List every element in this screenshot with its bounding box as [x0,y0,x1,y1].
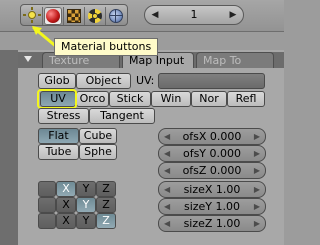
map-y-x-button[interactable]: X [56,197,76,213]
nor-button[interactable]: Nor [191,91,227,107]
material-buttons-tooltip: Material buttons [54,38,159,56]
map-z-x-button[interactable]: X [56,213,76,229]
map-x-z-button[interactable]: Z [96,181,116,197]
frame-stepper[interactable]: ◀ 1 ▶ [144,5,244,25]
uv-layer-field[interactable] [158,73,265,89]
cube-projection-button[interactable]: Cube [79,128,117,144]
sphere-projection-button[interactable]: Sphe [79,144,117,160]
uv-button[interactable]: UV [40,91,76,107]
tangent-button[interactable]: Tangent [89,108,155,124]
map-z-none-button[interactable] [38,213,56,229]
stress-button[interactable]: Stress [38,108,89,124]
sizez-field[interactable]: ◀ sizeZ 1.00 ▶ [158,215,266,232]
world-globe-icon[interactable] [107,7,125,25]
tab-map-to[interactable]: Map To [196,52,274,68]
ofsx-field[interactable]: ◀ ofsX 0.000 ▶ [158,128,266,145]
ofsz-field[interactable]: ◀ ofsZ 0.000 ▶ [158,162,266,179]
orco-button[interactable]: Orco [76,91,109,107]
uv-label: UV: [136,74,155,87]
sizey-field[interactable]: ◀ sizeY 1.00 ▶ [158,198,266,215]
panel-scroll-strip [0,50,18,245]
map-x-x-button[interactable]: X [56,181,76,197]
stepper-value: 1 [190,8,198,21]
map-z-z-button[interactable]: Z [96,213,116,229]
object-button[interactable]: Object [76,73,131,89]
refl-button[interactable]: Refl [227,91,265,107]
map-x-y-button[interactable]: Y [76,181,96,197]
map-y-z-button[interactable]: Z [96,197,116,213]
map-x-none-button[interactable] [38,181,56,197]
radiosity-icon[interactable] [86,7,104,25]
ofsy-field[interactable]: ◀ ofsY 0.000 ▶ [158,145,266,162]
tube-projection-button[interactable]: Tube [38,144,79,160]
decrement-arrow-icon[interactable]: ◀ [148,8,162,22]
increment-arrow-icon[interactable]: ▶ [226,8,240,22]
texture-checker-icon[interactable] [65,7,83,25]
map-y-y-button[interactable]: Y [76,197,96,213]
collapse-triangle-icon[interactable] [24,56,32,62]
map-y-none-button[interactable] [38,197,56,213]
map-z-y-button[interactable]: Y [76,213,96,229]
stick-button[interactable]: Stick [109,91,151,107]
win-button[interactable]: Win [151,91,191,107]
glob-button[interactable]: Glob [38,73,76,89]
flat-projection-button[interactable]: Flat [38,128,79,144]
sizex-field[interactable]: ◀ sizeX 1.00 ▶ [158,181,266,198]
